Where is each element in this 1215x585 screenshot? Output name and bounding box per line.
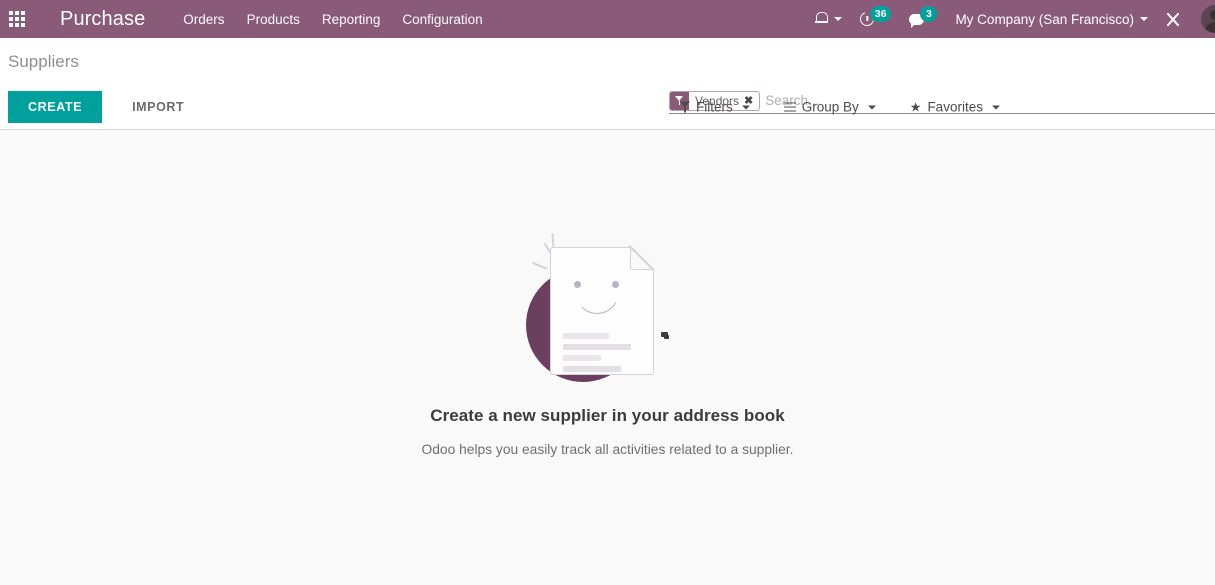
document-eye-left [573,281,581,288]
group-by-dropdown[interactable]: Group By [783,99,876,115]
document-text-line [562,333,609,339]
chevron-down-icon [991,105,1000,109]
activity-count-badge: 36 [869,5,892,23]
document-text-line [562,366,621,372]
chevron-down-icon [1140,17,1148,21]
smiling-document-illustration [523,230,693,390]
menu-item-configuration[interactable]: Configuration [402,12,482,27]
create-button[interactable]: CREATE [8,91,103,123]
group-by-label: Group By [801,99,859,115]
import-button[interactable]: IMPORT [116,91,200,123]
chevron-down-icon [867,105,876,109]
document-text-line [562,355,601,361]
empty-state-subtitle: Odoo helps you easily track all activiti… [421,442,794,457]
developer-tools-button[interactable] [1157,0,1190,38]
favorites-label: Favorites [927,99,983,115]
messaging-button[interactable]: 3 [900,0,946,38]
empty-state-title: Create a new supplier in your address bo… [430,406,785,425]
bars-icon [783,102,796,112]
activities-button[interactable]: 36 [851,0,901,38]
content-area: Create a new supplier in your address bo… [0,130,1215,584]
document-fold-corner [630,246,655,271]
action-buttons: CREATE IMPORT [8,91,200,123]
messaging-count-badge: 3 [920,5,938,23]
empty-state: Create a new supplier in your address bo… [0,230,1215,457]
app-brand-title[interactable]: Purchase [60,8,145,31]
main-menu: Orders Products Reporting Configuration [183,12,482,27]
apps-menu-button[interactable] [0,0,34,38]
filters-dropdown[interactable]: Filters [680,100,750,115]
apps-grid-icon [9,11,25,27]
funnel-icon [680,101,690,113]
notifications-button[interactable] [806,0,851,38]
document-eye-right [611,281,619,288]
star-icon: ★ [909,99,922,115]
bell-icon [814,12,829,26]
sparkle-icon [531,262,548,270]
chevron-down-icon [833,17,842,21]
search-dropdowns: Filters Group By ★ Favorites [680,100,1000,115]
control-panel-top-row: Suppliers [0,38,1215,84]
menu-item-orders[interactable]: Orders [183,12,224,27]
chevron-down-icon [741,105,750,109]
document-text-line [562,344,631,350]
company-switcher[interactable]: My Company (San Francisco) [946,0,1157,38]
systray: 36 3 My Company (San Francisco) [806,0,1215,38]
avatar [1201,5,1215,33]
breadcrumb[interactable]: Suppliers [0,38,79,72]
top-navbar: Purchase Orders Products Reporting Confi… [0,0,1215,38]
control-panel: Suppliers Vendors ✖ CREATE IMPORT Filter… [0,38,1215,130]
menu-item-reporting[interactable]: Reporting [322,12,381,27]
menu-item-products[interactable]: Products [247,12,300,27]
tools-wrench-icon [1166,12,1181,27]
filters-label: Filters [696,99,733,115]
user-menu-button[interactable] [1190,0,1215,38]
favorites-dropdown[interactable]: ★ Favorites [910,100,1000,115]
company-name-label: My Company (San Francisco) [955,11,1134,27]
